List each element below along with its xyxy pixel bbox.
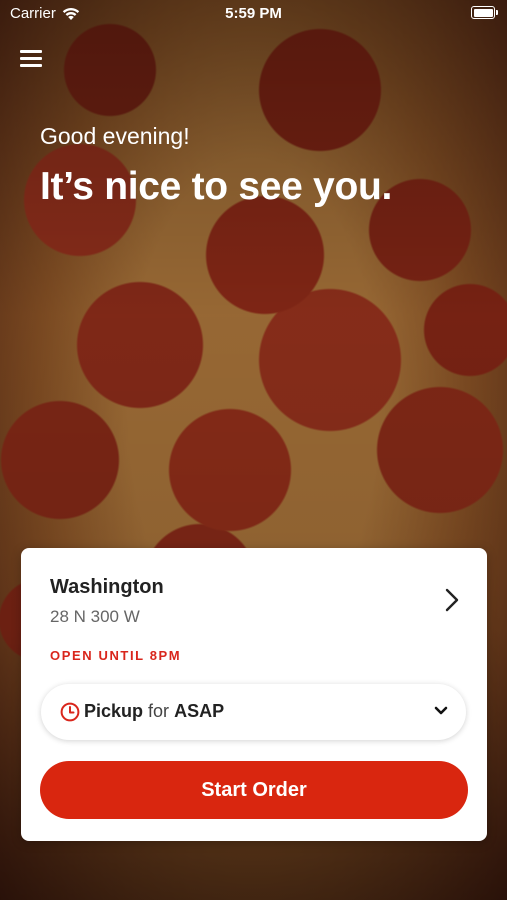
store-card: Washington 28 N 300 W OPEN UNTIL 8PM Pic…: [21, 548, 487, 841]
app-screen: Carrier 5:59 PM Good evening! It’s nice …: [0, 0, 507, 900]
pickup-time: ASAP: [174, 701, 225, 721]
menu-icon-line: [20, 50, 42, 53]
status-time: 5:59 PM: [225, 5, 282, 22]
greeting-text: Good evening!: [40, 123, 190, 149]
store-address: 28 N 300 W: [50, 607, 140, 626]
pickup-summary: Pickup for ASAP: [84, 701, 224, 722]
chevron-down-icon: [434, 706, 448, 715]
store-name[interactable]: Washington: [50, 576, 164, 599]
welcome-headline: It’s nice to see you.: [40, 165, 393, 208]
pickup-mode: Pickup: [84, 701, 144, 721]
pickup-time-selector[interactable]: Pickup for ASAP: [41, 684, 466, 740]
store-hours-status: OPEN UNTIL 8PM: [50, 648, 182, 663]
menu-icon-line: [20, 64, 42, 67]
pickup-connector: for: [148, 701, 170, 721]
menu-icon[interactable]: [20, 48, 42, 68]
chevron-right-icon[interactable]: [445, 588, 459, 612]
menu-icon-line: [20, 57, 42, 60]
clock-icon: [60, 702, 80, 722]
status-bar: Carrier 5:59 PM: [0, 0, 507, 28]
start-order-button[interactable]: Start Order: [40, 761, 468, 819]
battery-icon: [471, 6, 498, 19]
